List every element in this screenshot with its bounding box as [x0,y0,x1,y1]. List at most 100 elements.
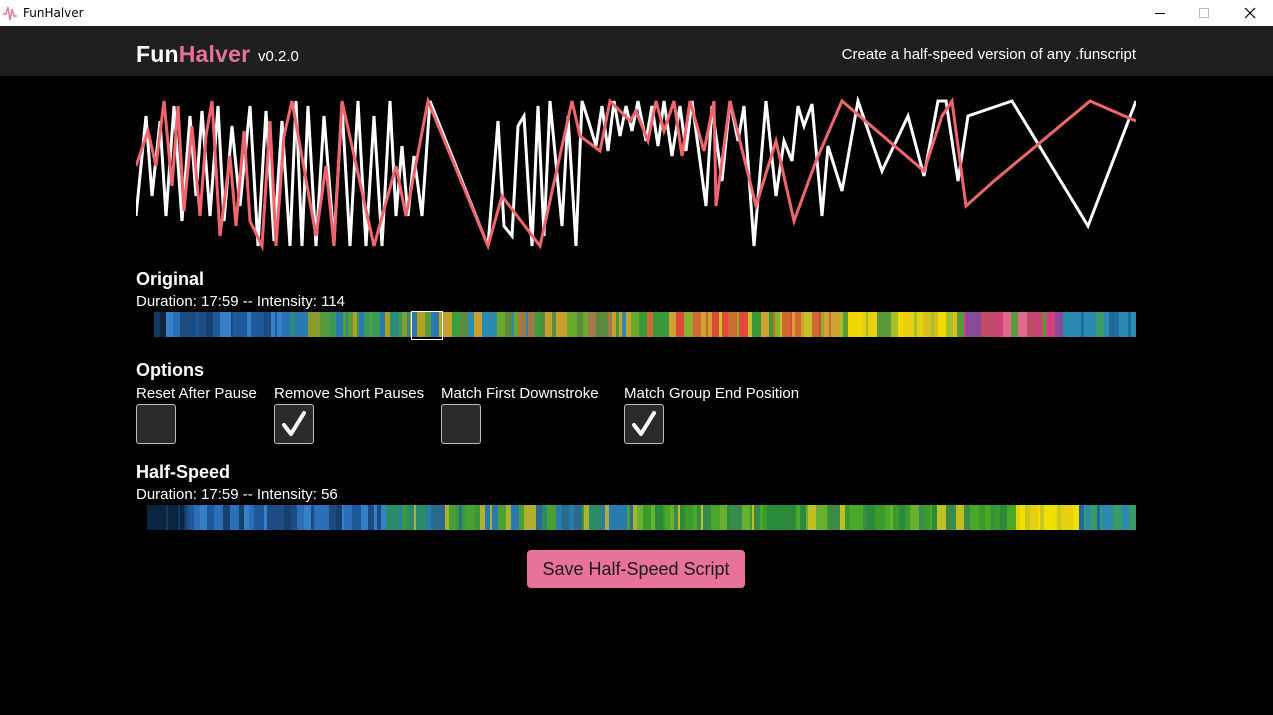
option-remove-short-pauses[interactable]: Remove Short Pauses [274,385,424,444]
heatmap-segment [885,505,891,530]
heatmap-segment [831,312,841,337]
heatmap-segment [359,312,365,337]
heatmap-segment [213,312,221,337]
save-half-speed-button[interactable]: Save Half-Speed Script [527,550,745,588]
heatmap-segment [851,312,856,337]
heatmap-segment [480,505,486,530]
heatmap-position-cursor[interactable] [411,311,443,340]
window-title: FunHalver [23,6,84,20]
heatmap-segment [574,505,583,530]
heatmap-segment [891,312,899,337]
heatmap-segment [1036,312,1041,337]
heatmap-segment [995,312,1004,337]
maximize-button[interactable] [1181,0,1227,26]
heatmap-segment [460,312,469,337]
checkmark-icon [632,411,656,436]
heatmap-segment [795,312,802,337]
heatmap-segment [767,505,776,530]
heatmap-segment [271,312,276,337]
heatmap-segment [180,312,188,337]
heatmap-segment [964,505,971,530]
heatmap-segment [297,505,302,530]
match-first-downstroke-checkbox[interactable] [441,404,481,444]
close-button[interactable] [1227,0,1273,26]
heatmap-segment [840,505,846,530]
heatmap-segment [604,312,609,337]
heatmap-segment [282,312,291,337]
heatmap-segment [917,312,924,337]
heatmap-segment [612,312,617,337]
heatmap-segment [863,505,868,530]
heatmap-segment [531,505,537,530]
heatmap-segment [1003,312,1012,337]
app-header: FunHalver v0.2.0 Create a half-speed ver… [0,26,1273,76]
heatmap-segment [867,505,876,530]
heatmap-segment [655,505,664,530]
version-label: v0.2.0 [258,48,299,65]
heatmap-segment [490,312,498,337]
heatmap-segment [1007,505,1017,530]
option-reset-after-pause[interactable]: Reset After Pause [136,385,257,444]
original-heatmap[interactable] [136,312,1136,337]
heatmap-segment [136,505,146,530]
heatmap-segment [1113,505,1123,530]
heatmap-segment [323,505,330,530]
heatmap-segment [752,312,762,337]
heatmap-segment [1104,312,1110,337]
heatmap-segment [647,312,654,337]
heatmap-segment [804,312,813,337]
heatmap-segment [475,505,481,530]
heatmap-segment [1072,312,1082,337]
heatmap-segment [320,312,330,337]
match-group-end-position-checkbox[interactable] [624,404,664,444]
reset-after-pause-checkbox[interactable] [136,404,176,444]
heatmap-segment [518,312,527,337]
heatmap-segment [275,505,285,530]
heatmap-segment [701,312,707,337]
heatmap-segment [572,312,578,337]
minimize-button[interactable] [1137,0,1183,26]
heatmap-segment [708,312,713,337]
half-speed-stats: Duration: 17:59 -- Intensity: 56 [136,486,338,503]
heatmap-segment [596,312,605,337]
heatmap-segment [1044,505,1050,530]
heatmap-segment [440,505,446,530]
heatmap-segment [775,312,781,337]
heatmap-segment [422,505,427,530]
heatmap-segment [966,312,976,337]
heatmap-segment [160,505,167,530]
app-waveform-icon [3,6,17,21]
heatmap-segment [583,312,589,337]
heatmap-segment [562,505,570,530]
heatmap-segment [380,312,386,337]
heatmap-segment [329,312,337,337]
heatmap-segment [643,505,652,530]
heatmap-segment [407,505,415,530]
heatmap-segment [194,505,201,530]
option-match-group-end-position[interactable]: Match Group End Position [624,385,799,444]
heatmap-segment [800,505,807,530]
heatmap-segment [845,505,851,530]
heatmap-segment [671,312,677,337]
heatmap-segment [685,505,694,530]
option-label: Remove Short Pauses [274,385,425,402]
heatmap-segment [1055,312,1064,337]
heatmap-segment [381,505,387,530]
heatmap-segment [693,505,698,530]
heatmap-segment [267,505,276,530]
heatmap-segment [255,312,265,337]
heatmap-segment [1112,312,1120,337]
window-titlebar: FunHalver [0,0,1273,26]
heatmap-segment [1049,505,1058,530]
original-stats: Duration: 17:59 -- Intensity: 114 [136,293,346,310]
heatmap-segment [923,312,932,337]
heatmap-segment [584,505,590,530]
remove-short-pauses-checkbox[interactable] [274,404,314,444]
option-match-first-downstroke[interactable]: Match First Downstroke [441,385,599,444]
heatmap-segment [711,505,717,530]
heatmap-segment [1109,505,1114,530]
heatmap-segment [739,312,749,337]
heatmap-segment [445,505,450,530]
app-brand: FunHalver [136,41,250,68]
heatmap-segment [775,505,783,530]
